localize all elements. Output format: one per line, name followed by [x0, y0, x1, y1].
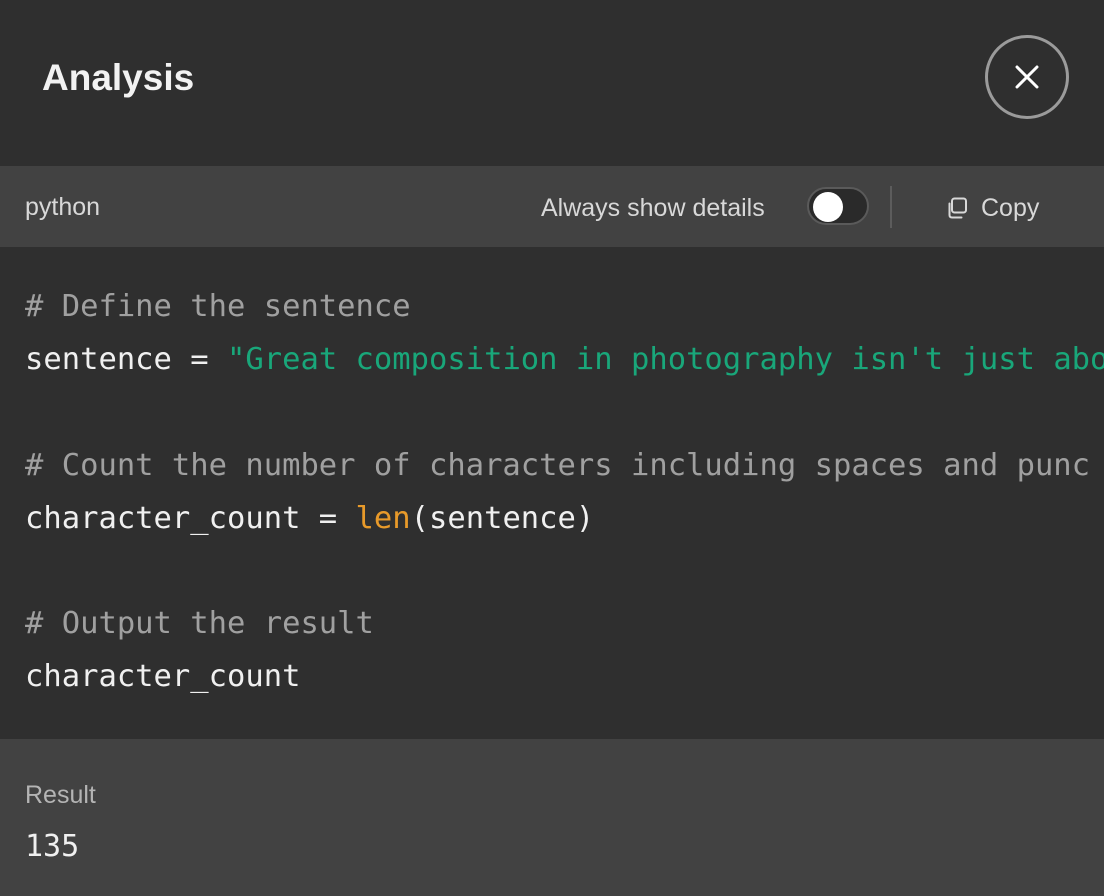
code-token-plain: character_count	[25, 659, 301, 694]
language-label: python	[25, 193, 101, 221]
toolbar-divider	[890, 186, 892, 228]
copy-button[interactable]: Copy	[945, 190, 1039, 226]
code-token-plain: sentence =	[25, 342, 227, 377]
copy-icon	[945, 196, 969, 220]
analysis-header: Analysis	[0, 0, 1104, 165]
always-show-details-label: Always show details	[541, 194, 765, 222]
code-token-comment: # Output the result	[25, 606, 374, 641]
result-value: 135	[25, 829, 80, 864]
close-button[interactable]	[985, 35, 1069, 119]
result-label: Result	[25, 781, 96, 809]
result-panel: Result 135	[0, 739, 1104, 896]
copy-label: Copy	[981, 194, 1040, 222]
always-show-details-toggle[interactable]	[807, 187, 869, 225]
close-icon	[1014, 64, 1040, 90]
code-token-string: "Great composition in photography isn't …	[227, 342, 1104, 377]
page-title: Analysis	[42, 57, 195, 98]
code-block: # Define the sentence sentence = "Great c…	[0, 247, 1104, 739]
toggle-knob	[813, 192, 843, 222]
code-line: # Output the result	[25, 604, 374, 644]
code-line: character_count = len(sentence)	[25, 499, 594, 539]
code-token-plain: (sentence)	[410, 501, 595, 536]
code-line: character_count	[25, 657, 300, 697]
code-token-builtin: len	[355, 501, 411, 536]
code-line: # Count the number of characters includi…	[25, 446, 1090, 486]
code-line: sentence = "Great composition in photogr…	[25, 340, 1104, 380]
code-token-comment: # Count the number of characters includi…	[25, 448, 1091, 483]
code-token-comment: # Define the sentence	[25, 289, 411, 324]
code-line: # Define the sentence	[25, 287, 411, 327]
code-toolbar: python Always show details Copy	[0, 166, 1104, 247]
code-token-plain: character_count =	[25, 501, 356, 536]
